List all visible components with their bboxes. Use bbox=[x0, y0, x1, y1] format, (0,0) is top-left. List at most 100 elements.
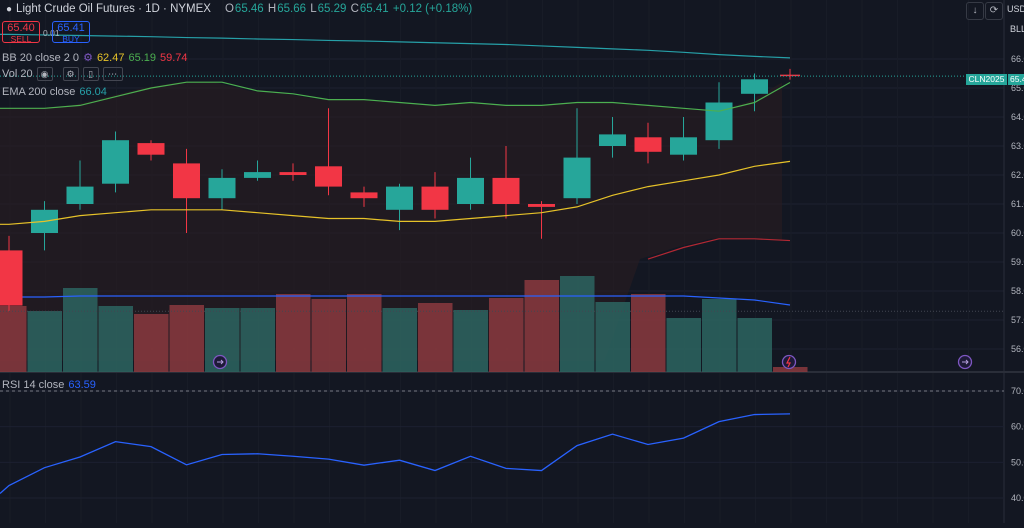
volume-bar bbox=[595, 302, 630, 372]
bb-label: BB 20 close 2 0 bbox=[2, 51, 80, 64]
ema-value: 66.04 bbox=[79, 86, 107, 98]
volume-bar bbox=[311, 299, 346, 372]
candle-body bbox=[173, 163, 200, 199]
candle-body bbox=[634, 137, 662, 152]
rsi-tick-label: 50.0 bbox=[1011, 457, 1024, 467]
sell-label: SELL bbox=[10, 34, 32, 44]
price-tick-label: 66.0 bbox=[1011, 54, 1024, 64]
candle-body bbox=[386, 186, 413, 210]
candle-body bbox=[492, 177, 520, 204]
volume-bar bbox=[560, 276, 595, 372]
buy-button[interactable]: 65.41 BUY bbox=[52, 21, 90, 44]
last-price-tag: 65.4 bbox=[1008, 74, 1024, 85]
arrow-down-icon[interactable]: ↓ bbox=[966, 2, 984, 20]
rsi-value: 63.59 bbox=[68, 379, 96, 391]
volume-bar bbox=[418, 303, 453, 372]
volume-bar bbox=[666, 318, 701, 372]
volume-bar bbox=[489, 298, 524, 372]
close-label: C bbox=[350, 3, 359, 15]
volume-bar bbox=[631, 294, 666, 372]
rsi-tick-label: 70.0 bbox=[1011, 386, 1024, 396]
chart-svg[interactable]: 56.057.058.059.060.061.062.063.064.065.0… bbox=[0, 0, 1024, 523]
high-label: H bbox=[267, 3, 277, 15]
candle-body bbox=[421, 186, 449, 210]
vol-legend[interactable]: Vol 20 ◉ ⚙ ▯ ⋯ bbox=[2, 67, 123, 81]
volume-bar bbox=[524, 280, 559, 372]
volume-bar bbox=[347, 294, 382, 372]
volume-bar bbox=[63, 288, 98, 372]
more-icon[interactable]: ⋯ bbox=[102, 67, 123, 81]
candle-body bbox=[528, 204, 555, 207]
price-tick-label: 60.0 bbox=[1011, 228, 1024, 238]
chart-area[interactable]: 56.057.058.059.060.061.062.063.064.065.0… bbox=[0, 0, 1024, 523]
price-tick-label: 62.0 bbox=[1011, 170, 1024, 180]
settings-icon[interactable]: ⚙ bbox=[83, 51, 93, 64]
ema-legend[interactable]: EMA 200 close 66.04 bbox=[2, 86, 107, 98]
bb-upper-value: 65.19 bbox=[128, 51, 156, 64]
bb-basis-value: 62.47 bbox=[96, 51, 125, 64]
symbol-title[interactable]: Light Crude Oil Futures · 1D · NYMEX bbox=[16, 3, 211, 15]
volume-bar bbox=[382, 308, 417, 372]
candle-body bbox=[315, 166, 342, 187]
buy-price: 65.41 bbox=[57, 22, 85, 34]
trash-icon[interactable]: ▯ bbox=[82, 67, 99, 81]
volume-bar bbox=[737, 318, 772, 372]
volume-bar bbox=[98, 306, 133, 372]
price-tick-label: 56.0 bbox=[1011, 344, 1024, 354]
price-tick-label: 61.0 bbox=[1011, 199, 1024, 209]
symbol-header: ● Light Crude Oil Futures · 1D · NYMEX O… bbox=[6, 3, 473, 15]
candle-body bbox=[350, 192, 378, 199]
volume-bar bbox=[453, 310, 488, 372]
volume-bar bbox=[276, 294, 311, 372]
ohlc-readout: O65.46 H65.66 L65.29 C65.41 +0.12 (+0.18… bbox=[225, 3, 473, 15]
settings-icon[interactable]: ⚙ bbox=[62, 67, 79, 81]
price-tick-label: 64.0 bbox=[1011, 112, 1024, 122]
volume-bar bbox=[134, 314, 169, 372]
volume-bar bbox=[240, 308, 275, 372]
low-label: L bbox=[310, 3, 317, 15]
rsi-legend[interactable]: RSI 14 close 63.59 bbox=[2, 379, 96, 391]
open-value: 65.46 bbox=[234, 3, 264, 15]
rsi-label: RSI 14 close bbox=[2, 379, 65, 391]
candle-body bbox=[705, 102, 733, 141]
drop-icon: ● bbox=[6, 3, 13, 15]
price-tick-label: 58.0 bbox=[1011, 286, 1024, 296]
candle-body bbox=[102, 140, 129, 184]
sell-button[interactable]: 65.40 SELL bbox=[2, 21, 40, 44]
sell-price: 65.40 bbox=[7, 22, 35, 34]
price-tick-label: 59.0 bbox=[1011, 257, 1024, 267]
volume-bar bbox=[702, 299, 737, 372]
symbol-price-tag: CLN2025 bbox=[966, 74, 1007, 85]
lightning-marker-icon bbox=[781, 354, 797, 370]
bb-lower-value: 59.74 bbox=[160, 51, 188, 64]
candle-body bbox=[599, 134, 626, 146]
volume-bar bbox=[0, 306, 27, 372]
candle-body bbox=[457, 177, 484, 204]
currency-label[interactable]: USD bbox=[1007, 4, 1024, 14]
candle-body bbox=[741, 79, 768, 94]
candle-body bbox=[279, 172, 307, 175]
volume-bar bbox=[27, 311, 62, 372]
candle-body bbox=[66, 186, 94, 204]
currency-unit[interactable]: BLL bbox=[1010, 24, 1024, 34]
low-value: 65.29 bbox=[317, 3, 347, 15]
restore-icon[interactable]: ⟳ bbox=[985, 2, 1003, 20]
candle-body bbox=[563, 157, 591, 199]
candle-body bbox=[0, 250, 23, 306]
rsi-tick-label: 40.0 bbox=[1011, 493, 1024, 503]
candle-body bbox=[670, 137, 697, 155]
high-value: 65.66 bbox=[277, 3, 306, 15]
price-tick-label: 57.0 bbox=[1011, 315, 1024, 325]
candle-body bbox=[208, 177, 236, 199]
vol-label: Vol 20 bbox=[2, 68, 33, 80]
candle-body bbox=[244, 172, 271, 178]
price-tick-label: 63.0 bbox=[1011, 141, 1024, 151]
buy-label: BUY bbox=[62, 34, 80, 44]
open-label: O bbox=[224, 3, 234, 15]
bb-legend[interactable]: BB 20 close 2 0 ⚙ 62.47 65.19 59.74 bbox=[2, 51, 188, 65]
ema-label: EMA 200 close bbox=[2, 86, 76, 98]
volume-bar bbox=[169, 305, 204, 372]
rsi-tick-label: 60.0 bbox=[1011, 422, 1024, 432]
eye-icon[interactable]: ◉ bbox=[36, 67, 53, 81]
change-value: +0.12 (+0.18%) bbox=[392, 3, 473, 15]
